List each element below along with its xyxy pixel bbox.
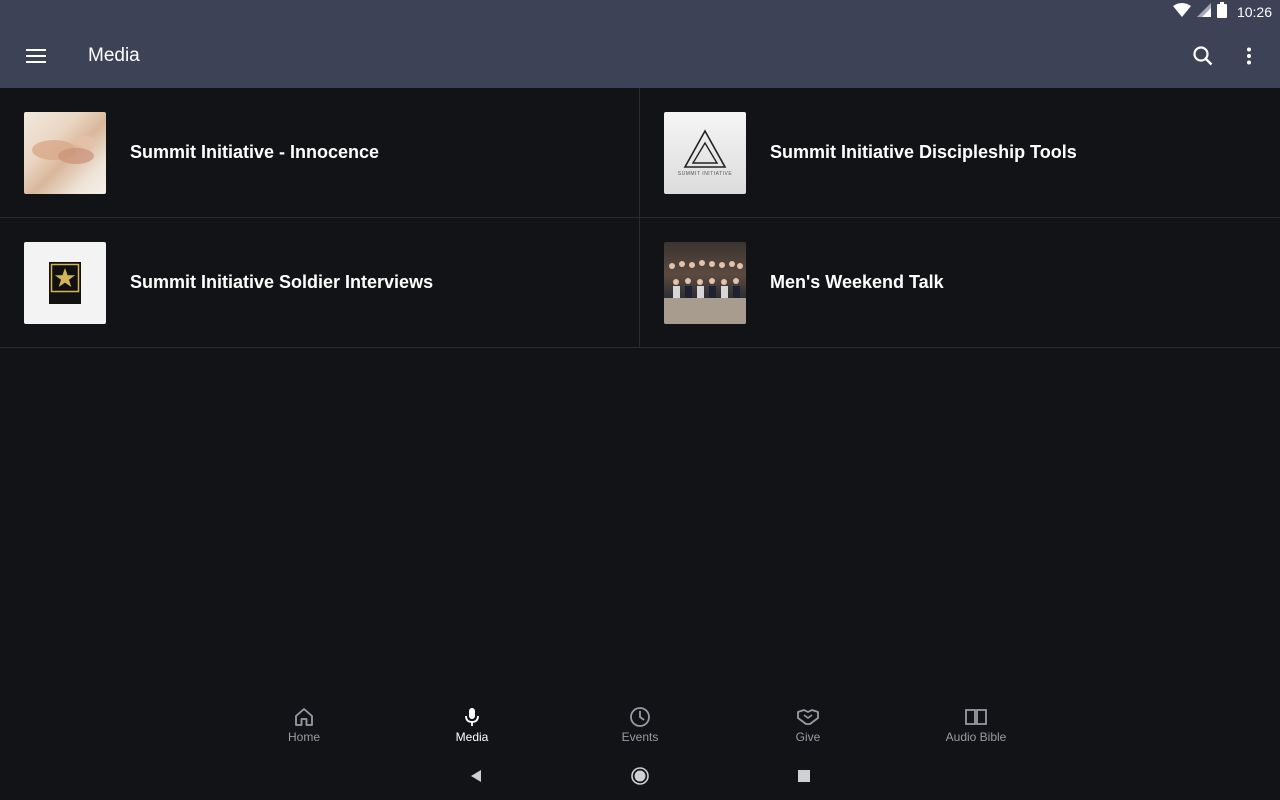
page-title: Media: [88, 45, 140, 66]
nav-item-media[interactable]: Media: [388, 700, 556, 750]
media-item-innocence[interactable]: Summit Initiative - Innocence: [0, 88, 640, 218]
more-vertical-icon: [1247, 47, 1251, 65]
nav-item-give[interactable]: Give: [724, 700, 892, 750]
summit-logo-caption: SUMMIT INITIATIVE: [677, 170, 733, 177]
status-time: 10:26: [1236, 4, 1272, 20]
media-thumbnail-baby-hands: [24, 111, 106, 194]
wifi-icon: [1172, 2, 1191, 22]
home-circle-icon: [631, 767, 649, 785]
menu-button[interactable]: [0, 24, 72, 88]
media-item-title: Summit Initiative - Innocence: [130, 142, 380, 162]
nav-label: Events: [621, 730, 659, 744]
army-star-logo-icon: [49, 261, 81, 304]
nav-item-events[interactable]: Events: [556, 700, 724, 750]
battery-icon: [1216, 1, 1227, 23]
media-item-title: Summit Initiative Soldier Interviews: [130, 272, 434, 292]
cell-signal-icon: [1196, 2, 1211, 22]
clock-icon: [630, 707, 650, 727]
nav-item-home[interactable]: Home: [220, 700, 388, 750]
more-options-button[interactable]: [1226, 24, 1272, 88]
summit-triangle-logo-icon: [683, 128, 727, 168]
home-icon: [295, 708, 313, 726]
media-thumbnail-summit-logo: SUMMIT INITIATIVE: [664, 111, 746, 194]
microphone-icon: [465, 708, 479, 726]
back-triangle-icon: [471, 770, 481, 782]
home-system-button[interactable]: [622, 758, 658, 794]
back-button[interactable]: [458, 758, 494, 794]
media-item-mens-weekend-talk[interactable]: Men's Weekend Talk: [640, 218, 1280, 348]
media-item-soldier-interviews[interactable]: Summit Initiative Soldier Interviews: [0, 218, 640, 348]
status-bar: 10:26: [0, 0, 1280, 24]
app-bar: Media: [0, 24, 1280, 88]
media-item-discipleship-tools[interactable]: SUMMIT INITIATIVE Summit Initiative Disc…: [640, 88, 1280, 218]
nav-label: Give: [795, 730, 821, 744]
media-grid: Summit Initiative - Innocence SUMMIT INI…: [0, 88, 1280, 348]
search-icon: [1193, 46, 1213, 66]
open-book-icon: [965, 709, 987, 725]
nav-label: Media: [455, 730, 489, 744]
media-thumbnail-group-photo: [664, 241, 746, 324]
recents-button[interactable]: [786, 758, 822, 794]
search-button[interactable]: [1180, 24, 1226, 88]
nav-label: Home: [287, 730, 320, 744]
hamburger-menu-icon: [26, 49, 46, 63]
nav-label: Audio Bible: [945, 730, 1007, 744]
handshake-icon: [797, 709, 819, 725]
nav-item-audio-bible[interactable]: Audio Bible: [892, 700, 1060, 750]
media-item-title: Men's Weekend Talk: [770, 272, 944, 292]
media-item-title: Summit Initiative Discipleship Tools: [770, 142, 1077, 162]
recents-square-icon: [798, 770, 810, 782]
media-thumbnail-army-logo: [24, 241, 106, 324]
system-navigation-bar: [0, 752, 1280, 800]
bottom-navigation: Home Media Events Give Audio Bible: [0, 700, 1280, 750]
